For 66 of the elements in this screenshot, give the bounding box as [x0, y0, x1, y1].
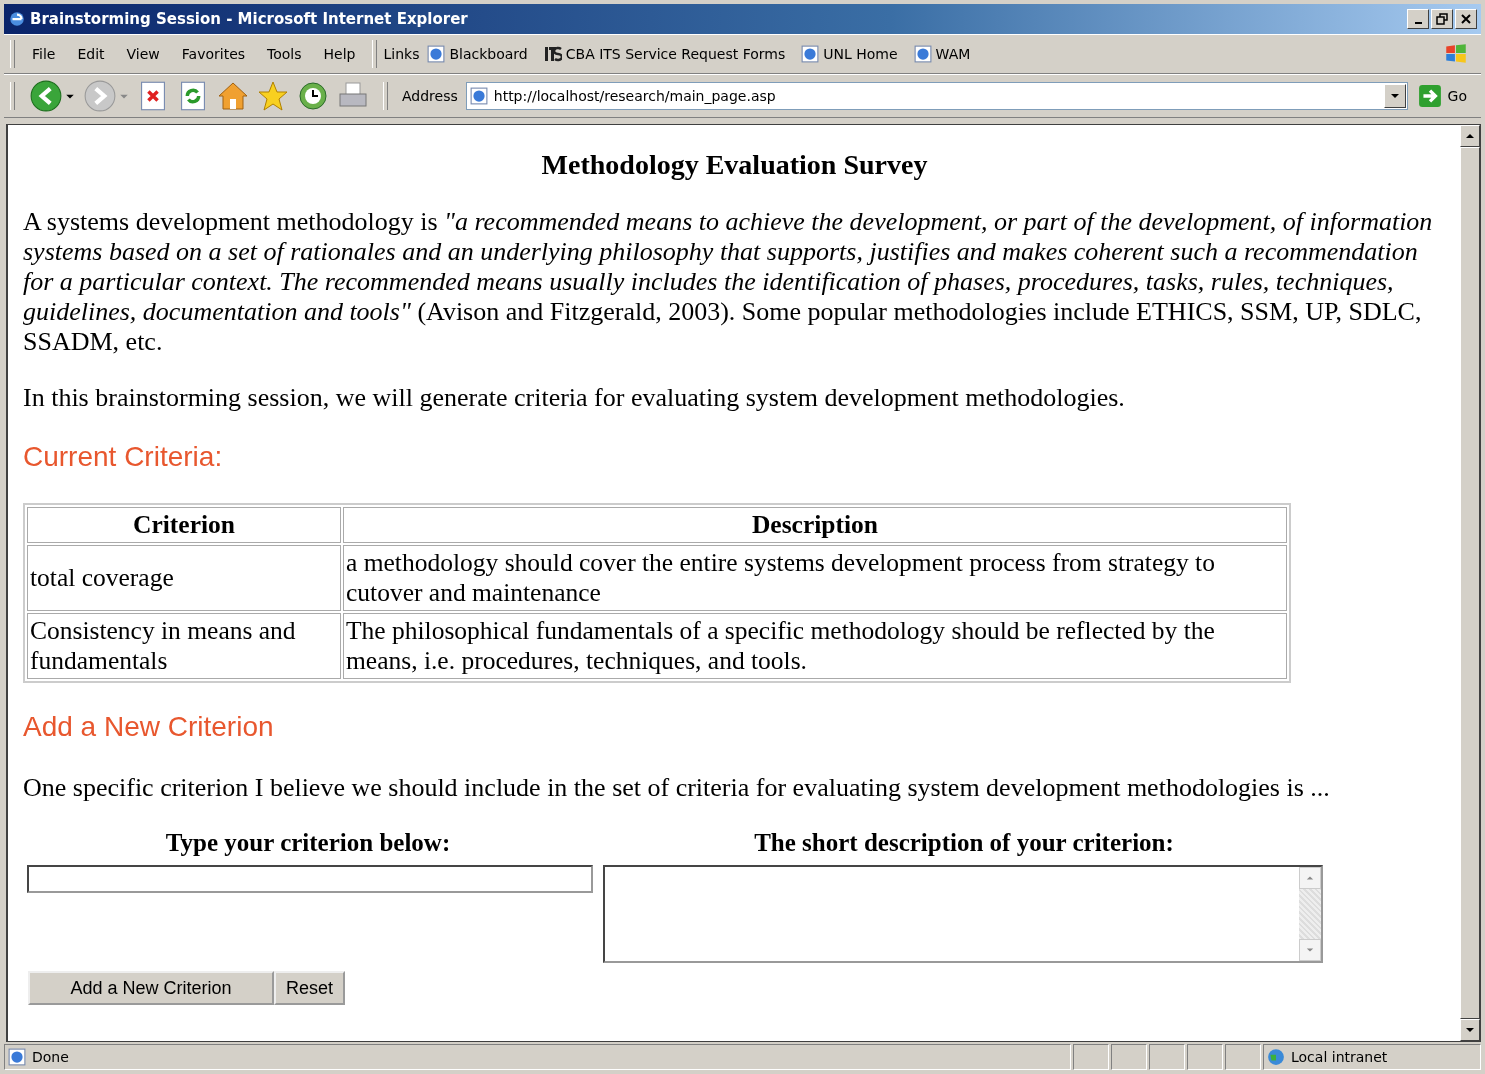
session-paragraph: In this brainstorming session, we will generate criteria for evaluating system development methodologies.: [23, 383, 1126, 413]
down-arrow-icon: [1465, 1025, 1475, 1035]
links-label: Links: [383, 46, 420, 62]
link[interactable]: Blackboard: [427, 45, 528, 63]
column-header: Description: [343, 507, 1287, 543]
reset-button[interactable]: Reset: [274, 971, 346, 1005]
address-label: Address: [402, 88, 458, 104]
menu-item[interactable]: View: [115, 44, 171, 64]
menu-item[interactable]: Edit: [66, 44, 116, 64]
history-icon[interactable]: [297, 80, 329, 112]
close-icon: [1459, 12, 1473, 26]
star-icon[interactable]: [257, 80, 289, 112]
down-arrow-icon: [1306, 946, 1314, 954]
criterion-label: Type your criterion below:: [164, 829, 452, 857]
home-icon[interactable]: [217, 80, 249, 112]
intro-paragraph: A systems development methodology is "a recommended means to achieve the development, or part of the development, of information systems based on a set of rationales and an underlying philosophy that supports, justifies and makes coherent such a recommendation for a particular context. The recommended means usually includes the identification of phases, procedures, tasks, rules, techniques, guidelines, documentation and tools" (Avison and Fitzgerald, 2003). Some popular methodologies include ETHICS, SSM, UP, SDLC, SSADM, etc.: [23, 207, 1434, 357]
restore-icon: [1435, 12, 1449, 26]
table-cell: a methodology should cover the entire systems development process from strategy to cutover and maintenance: [343, 545, 1287, 611]
address-field[interactable]: http://localhost/research/main_page.asp: [465, 82, 1408, 110]
logo-icon: [543, 45, 562, 63]
up-arrow-icon: [1465, 131, 1475, 141]
close-button[interactable]: [1455, 9, 1477, 29]
minimize-button[interactable]: [1407, 9, 1429, 29]
status-pane: [1187, 1044, 1223, 1070]
page-heading: Methodology Evaluation Survey: [540, 149, 929, 181]
table-cell: total coverage: [27, 545, 341, 611]
page-icon: [427, 45, 446, 63]
status-pane: [1149, 1044, 1185, 1070]
up-arrow-icon: [1306, 874, 1314, 882]
status-text: Done: [32, 1049, 69, 1065]
restore-button[interactable]: [1431, 9, 1453, 29]
scrollbar-thumb[interactable]: [1460, 147, 1480, 1019]
link[interactable]: CBA ITS Service Request Forms: [543, 45, 786, 63]
status-pane: [1225, 1044, 1261, 1070]
description-text-area[interactable]: [603, 865, 1323, 963]
page-icon: [913, 45, 932, 63]
menu-item[interactable]: File: [21, 44, 67, 64]
menu-item[interactable]: Help: [312, 44, 367, 64]
table-cell: Consistency in means and fundamentals: [27, 613, 341, 679]
dropdown-button[interactable]: [1383, 84, 1406, 108]
page-icon: [801, 45, 820, 63]
status-pane: [1111, 1044, 1147, 1070]
menu-item[interactable]: Favorites: [170, 44, 257, 64]
link[interactable]: WAM: [913, 45, 971, 63]
section-heading: Add a New Criterion: [23, 711, 275, 743]
forward-icon[interactable]: [83, 79, 117, 113]
add-button[interactable]: Add a New Criterion: [28, 971, 274, 1005]
caret-icon: [1389, 91, 1400, 101]
criterion-input-field[interactable]: [27, 865, 593, 893]
menu-item[interactable]: Tools: [256, 44, 313, 64]
page-icon: [8, 1048, 26, 1066]
status-pane: [1073, 1044, 1109, 1070]
description-label: The short description of your criterion:: [753, 829, 1175, 857]
prompt-paragraph: One specific criterion I believe we should include in the set of criteria for evaluating system development methodologies is ...: [23, 773, 1331, 803]
minimize-icon: [1414, 22, 1422, 24]
page-icon: [469, 87, 488, 105]
back-icon[interactable]: [29, 79, 63, 113]
zone-text: Local intranet: [1291, 1049, 1388, 1065]
globe-icon: [1267, 1048, 1285, 1066]
link[interactable]: UNL Home: [801, 45, 898, 63]
table-cell: The philosophical fundamentals of a specific methodology should be reflected by the means, i.e. procedures, techniques, and tools.: [343, 613, 1287, 679]
browser-icon: [8, 10, 26, 28]
column-header: Criterion: [27, 507, 341, 543]
window-title: Brainstorming Session - Microsoft Internet Explorer: [30, 10, 469, 28]
go-button[interactable]: Go: [1415, 83, 1469, 109]
section-heading: Current Criteria:: [23, 441, 224, 473]
